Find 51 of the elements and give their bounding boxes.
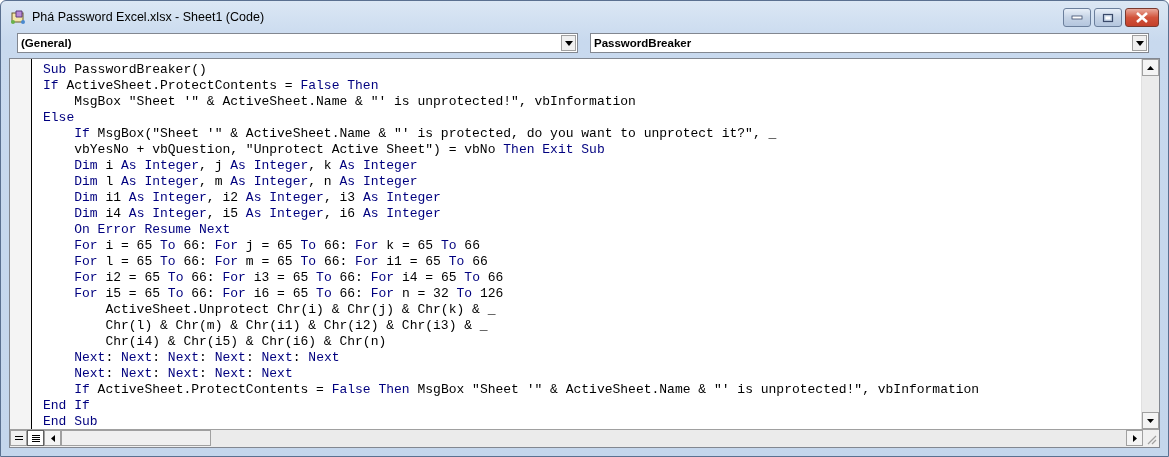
procedure-dropdown[interactable]: PasswordBreaker xyxy=(590,33,1149,53)
down-arrow-icon xyxy=(1147,418,1154,423)
object-dropdown[interactable]: (General) xyxy=(17,33,578,53)
minimize-icon xyxy=(1071,14,1083,21)
code-line: For i = 65 To 66: For j = 65 To 66: For k = 65 To 66 xyxy=(73,238,480,254)
right-arrow-icon xyxy=(1132,434,1137,442)
code-line: MsgBox "Sheet '" & ActiveSheet.Name & "' is unprotected!", vbInformation xyxy=(73,94,636,110)
close-button[interactable] xyxy=(1125,8,1159,27)
code-line: If ActiveSheet.ProtectContents = False Then MsgBox "Sheet '" & ActiveSheet.Name & "' is unprotected!", vbInformation xyxy=(73,382,980,398)
horizontal-scrollbar[interactable] xyxy=(44,430,1143,447)
code-line: For i2 = 65 To 66: For i3 = 65 To 66: For i4 = 65 To 66 xyxy=(73,270,504,286)
caret-icon xyxy=(564,40,573,46)
scroll-up-button[interactable] xyxy=(1142,59,1159,76)
code-line: Dim i As Integer, j As Integer, k As Integer xyxy=(73,158,418,174)
lines-icon xyxy=(13,433,24,443)
up-arrow-icon xyxy=(1147,65,1154,70)
code-line: ActiveSheet.Unprotect Chr(i) & Chr(j) & Chr(k) & _ xyxy=(104,302,496,318)
maximize-icon xyxy=(1102,12,1114,23)
full-module-view-button[interactable] xyxy=(27,430,44,446)
code-line: Sub PasswordBreaker() xyxy=(43,62,207,78)
code-line: Chr(i4) & Chr(i5) & Chr(i6) & Chr(n) xyxy=(104,334,387,350)
scroll-down-button[interactable] xyxy=(1142,412,1159,429)
code-window-icon xyxy=(10,8,26,25)
code-line: If ActiveSheet.ProtectContents = False Then xyxy=(43,78,379,94)
left-arrow-icon xyxy=(50,434,55,442)
window-title: Phá Password Excel.xlsx - Sheet1 (Code) xyxy=(32,9,265,24)
lines-icon xyxy=(30,433,41,443)
vertical-scrollbar[interactable] xyxy=(1141,59,1159,429)
code-line: Dim i4 As Integer, i5 As Integer, i6 As Integer xyxy=(73,206,441,222)
code-line: Dim i1 As Integer, i2 As Integer, i3 As Integer xyxy=(73,190,441,206)
scroll-thumb[interactable] xyxy=(61,430,211,446)
close-icon xyxy=(1135,12,1149,23)
code-line: End If xyxy=(43,398,90,414)
scroll-right-button[interactable] xyxy=(1126,430,1143,446)
code-line: vbYesNo + vbQuestion, "Unprotect Active Sheet") = vbNo Then Exit Sub xyxy=(73,142,605,158)
code-line: End Sub xyxy=(43,414,98,430)
resize-grip-icon[interactable] xyxy=(1145,433,1157,445)
minimize-button[interactable] xyxy=(1063,8,1091,27)
code-line: Else xyxy=(43,110,75,126)
code-line: If MsgBox("Sheet '" & ActiveSheet.Name & "' is protected, do you want to unprotect it?", _ xyxy=(73,126,777,142)
caret-icon xyxy=(1135,40,1144,46)
procedure-view-button[interactable] xyxy=(10,430,27,446)
code-line: Dim l As Integer, m As Integer, n As Integer xyxy=(73,174,418,190)
code-line: For i5 = 65 To 66: For i6 = 65 To 66: For n = 32 To 126 xyxy=(73,286,504,302)
code-line: Next: Next: Next: Next: Next: Next xyxy=(73,350,340,366)
code-line: For l = 65 To 66: For m = 65 To 66: For i1 = 65 To 66 xyxy=(73,254,488,270)
maximize-button[interactable] xyxy=(1094,8,1122,27)
scroll-left-button[interactable] xyxy=(44,430,61,446)
code-line: On Error Resume Next xyxy=(73,222,231,238)
code-line: Chr(l) & Chr(m) & Chr(i1) & Chr(i2) & Chr(i3) & _ xyxy=(104,318,488,334)
code-line: Next: Next: Next: Next: Next xyxy=(73,366,293,382)
